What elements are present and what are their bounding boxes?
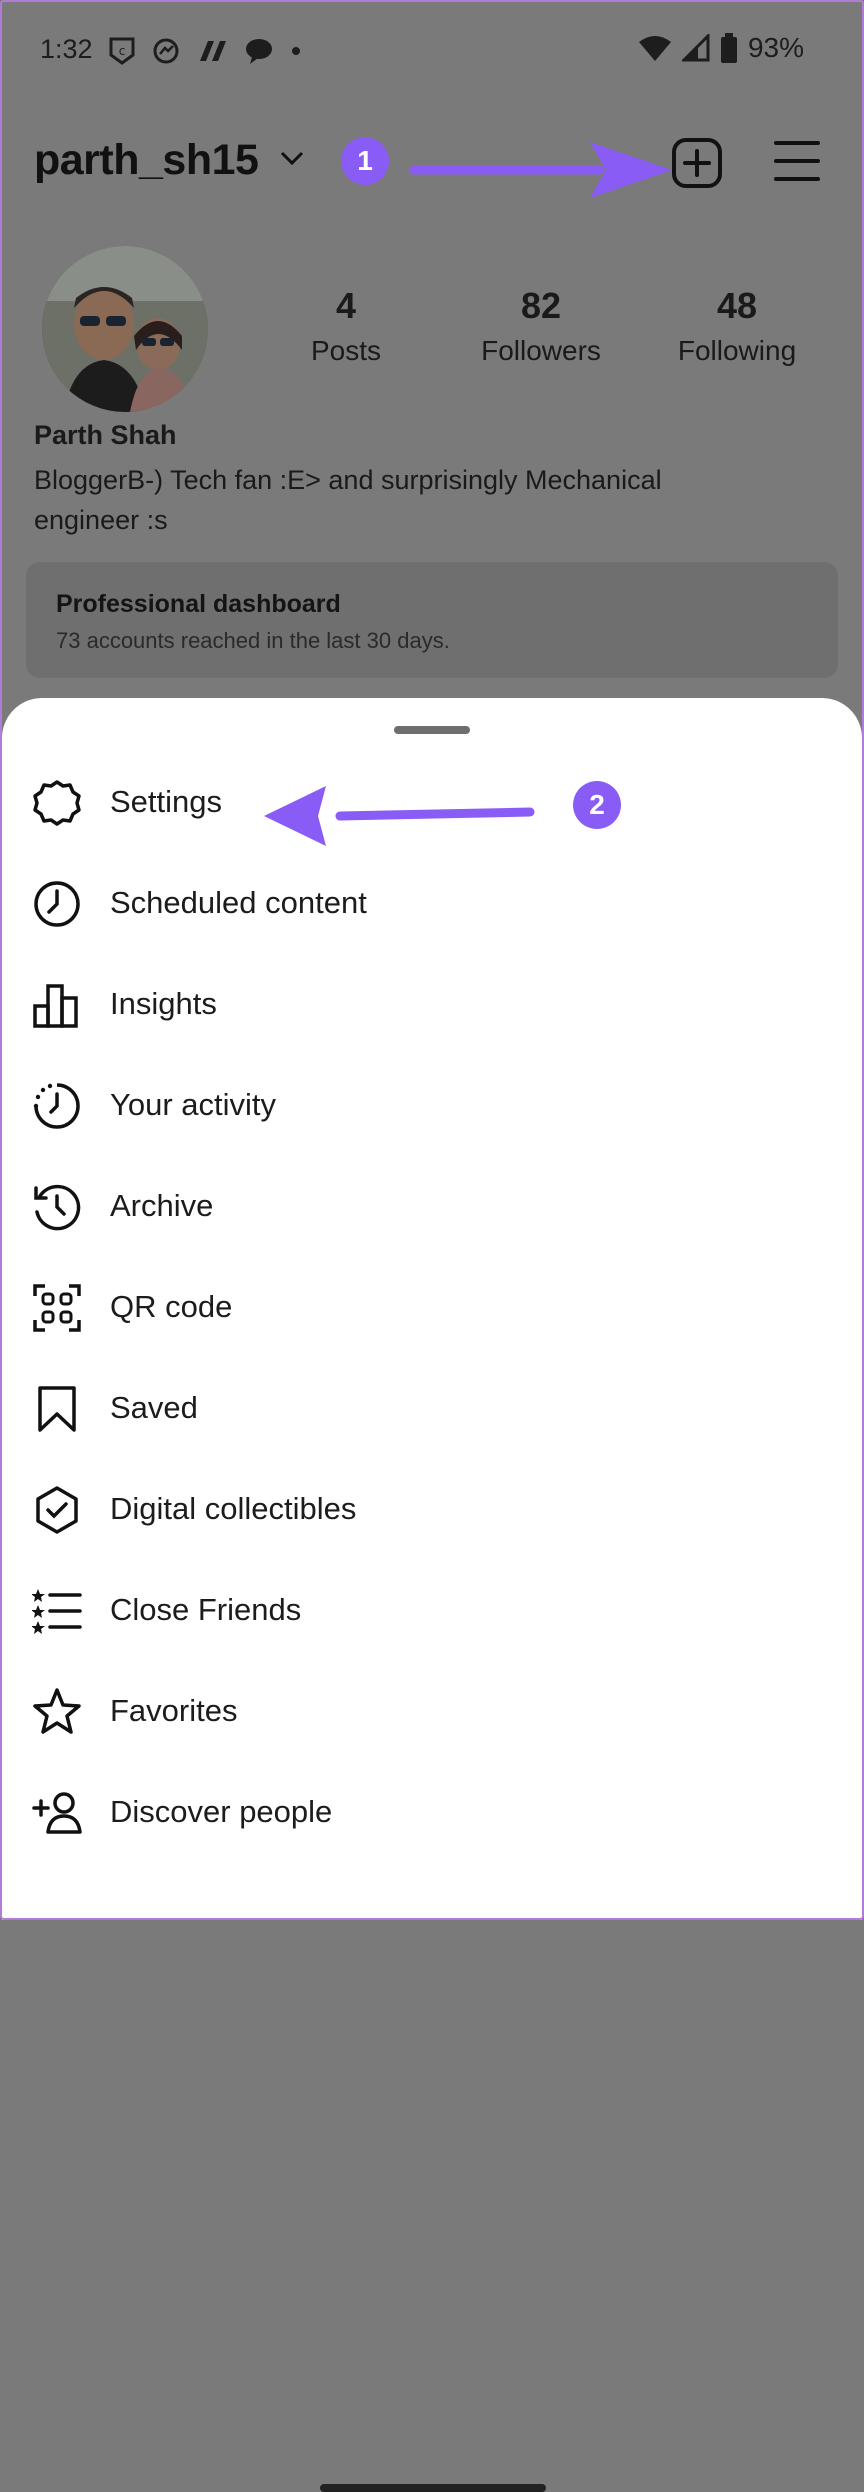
hamburger-menu-icon[interactable]	[774, 140, 820, 182]
menu-item-qr-code[interactable]: QR code	[2, 1257, 862, 1357]
menu-item-favorites[interactable]: Favorites	[2, 1661, 862, 1761]
menu-item-label: Settings	[110, 784, 223, 819]
add-person-icon	[32, 1792, 82, 1834]
messenger-notification-icon	[153, 38, 179, 64]
posts-label: Posts	[310, 335, 382, 366]
menu-item-label: Scheduled content	[110, 885, 367, 920]
followers-label: Followers	[481, 335, 601, 366]
followers-count: 82	[520, 285, 562, 326]
create-post-icon[interactable]	[670, 136, 724, 190]
app-notification-icon	[200, 41, 226, 61]
posts-count: 4	[335, 285, 357, 326]
followers-stat[interactable]: 82 Followers	[461, 285, 621, 367]
annotation-arrow-2	[264, 786, 535, 846]
menu-item-saved[interactable]: Saved	[2, 1358, 862, 1458]
shield-notification-icon: c	[109, 37, 135, 65]
menu-item-label: QR code	[110, 1289, 233, 1324]
notification-icons: c	[108, 36, 302, 66]
system-status: 93%	[638, 32, 804, 64]
menu-item-insights[interactable]: Insights	[2, 954, 862, 1054]
dashboard-title: Professional dashboard	[56, 590, 341, 618]
menu-item-label: Insights	[110, 986, 217, 1021]
chevron-down-icon[interactable]	[280, 150, 304, 166]
options-bottom-sheet: Settings Scheduled content Insights Your…	[2, 698, 862, 2492]
clock-icon	[34, 881, 80, 927]
menu-item-close-friends[interactable]: Close Friends	[2, 1560, 862, 1660]
profile-bio: BloggerB-) Tech fan :E> and surprisingly…	[34, 465, 662, 535]
status-time: 1:32	[40, 34, 93, 64]
battery-percent: 93%	[747, 32, 804, 63]
following-stat[interactable]: 48 Following	[657, 285, 817, 367]
status-bar: 1:32 c 93%	[0, 0, 864, 100]
archive-history-icon	[34, 1184, 81, 1231]
menu-item-archive[interactable]: Archive	[2, 1156, 862, 1256]
gear-icon	[33, 780, 81, 826]
gesture-navigation-bar[interactable]	[320, 2484, 546, 2492]
menu-item-label: Saved	[110, 1390, 198, 1425]
verified-badge-icon	[36, 1486, 78, 1534]
avatar-photo	[42, 246, 208, 412]
professional-dashboard-card[interactable]: Professional dashboard 73 accounts reach…	[26, 562, 838, 678]
bar-chart-icon	[33, 984, 78, 1028]
step-2-badge: 2	[573, 781, 621, 829]
menu-item-your-activity[interactable]: Your activity	[2, 1055, 862, 1155]
step-1-badge: 1	[341, 137, 389, 185]
menu-item-label: Close Friends	[110, 1592, 302, 1627]
qr-code-icon	[33, 1284, 81, 1332]
profile-full-name: Parth Shah	[34, 420, 177, 450]
menu-item-label: Favorites	[110, 1693, 238, 1728]
star-icon	[33, 1688, 81, 1734]
menu-item-discover-people[interactable]: Discover people	[2, 1762, 862, 1862]
activity-icon	[33, 1083, 80, 1129]
following-label: Following	[677, 335, 797, 366]
wifi-icon	[638, 36, 671, 61]
profile-header: parth_sh15 1	[0, 120, 864, 200]
battery-icon	[720, 33, 737, 63]
following-count: 48	[716, 285, 758, 326]
bookmark-icon	[38, 1386, 76, 1432]
annotation-arrow-1	[410, 142, 672, 198]
dashboard-subtitle: 73 accounts reached in the last 30 days.	[56, 628, 450, 653]
more-dot-icon	[292, 47, 300, 55]
signal-icon	[681, 34, 710, 62]
sheet-drag-handle[interactable]	[394, 726, 470, 734]
menu-item-label: Archive	[110, 1188, 214, 1223]
username-switcher[interactable]: parth_sh15	[34, 136, 259, 185]
svg-text:c: c	[119, 44, 126, 58]
menu-item-label: Your activity	[110, 1087, 276, 1122]
profile-avatar[interactable]	[42, 246, 208, 412]
menu-item-label: Discover people	[110, 1794, 333, 1829]
chat-notification-icon	[246, 39, 272, 64]
menu-item-label: Digital collectibles	[110, 1491, 357, 1526]
star-list-icon	[32, 1589, 82, 1634]
menu-item-scheduled-content[interactable]: Scheduled content	[2, 853, 862, 953]
posts-stat[interactable]: 4 Posts	[266, 285, 426, 367]
menu-item-digital-collectibles[interactable]: Digital collectibles	[2, 1459, 862, 1559]
